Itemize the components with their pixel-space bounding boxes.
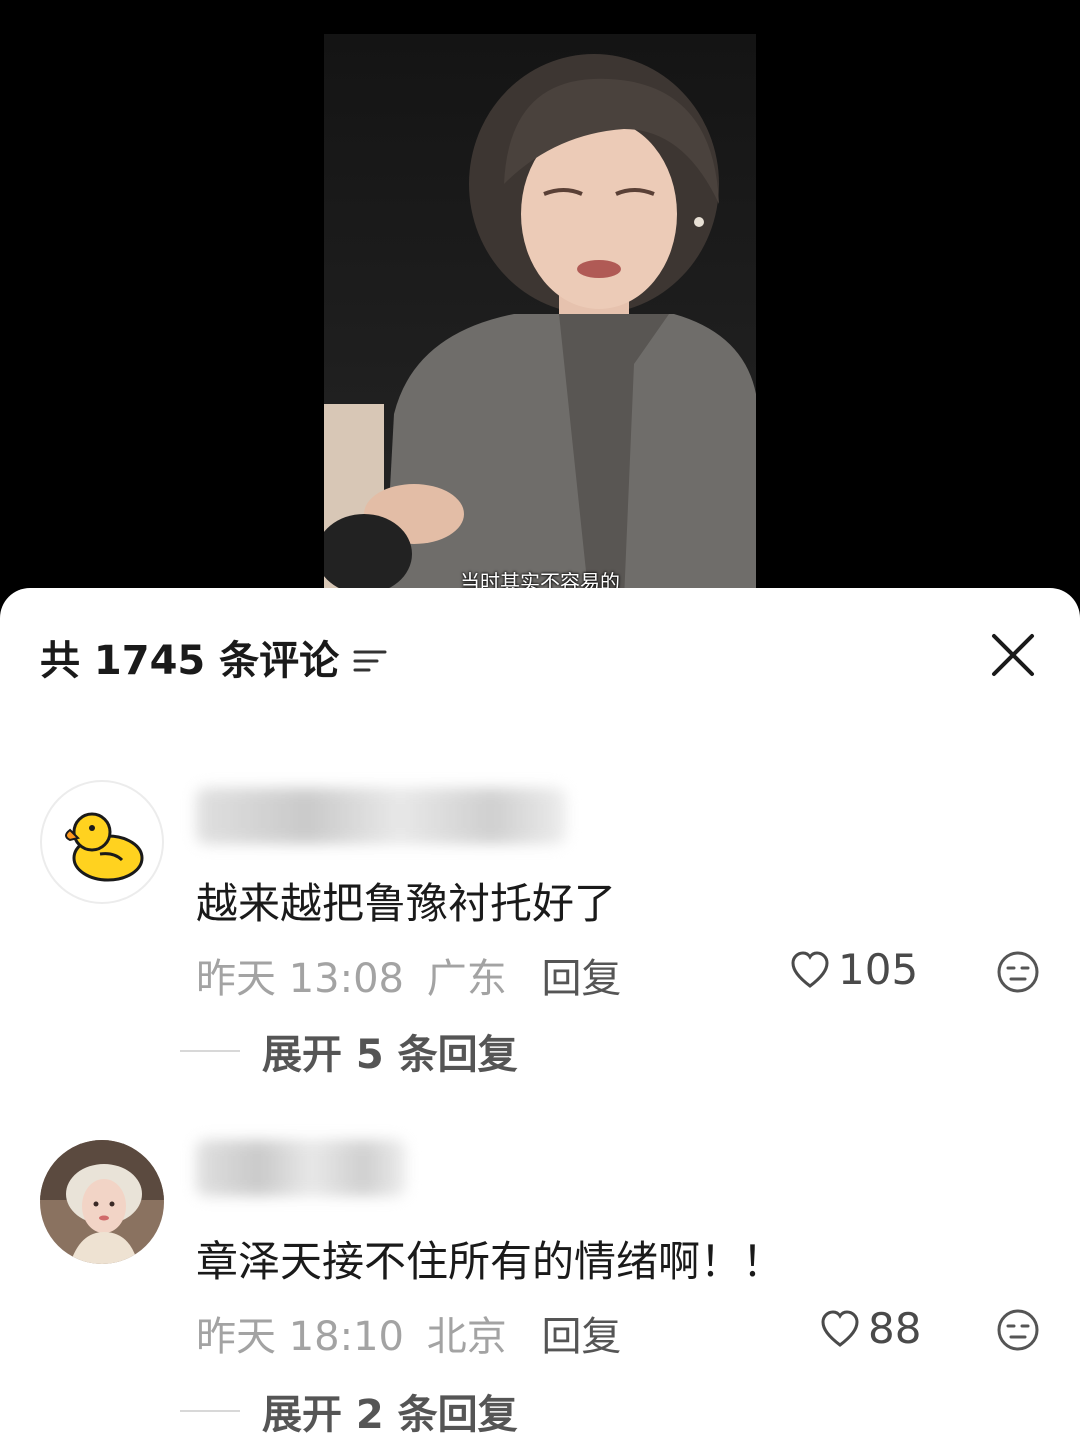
expand-divider xyxy=(180,1410,240,1412)
comment-meta: 昨天 13:08 广东 回复 xyxy=(196,946,621,1004)
comment-text: 越来越把鲁豫衬托好了 xyxy=(196,879,617,928)
comment-location: 北京 xyxy=(426,1314,507,1360)
comment-time: 昨天 13:08 xyxy=(196,956,404,1002)
like-count: 88 xyxy=(868,1304,922,1353)
avatar[interactable] xyxy=(40,780,164,904)
heart-icon xyxy=(791,950,829,988)
comments-sheet: 共 1745 条评论 越来越把鲁豫衬托好了 昨天 13:08 广东 回复 105… xyxy=(0,588,1080,1453)
expand-replies-button[interactable]: 展开 5 条回复 xyxy=(180,1022,518,1080)
video-player[interactable]: 当时其实不容易的 xyxy=(0,0,1080,600)
username-redacted xyxy=(196,788,566,844)
comment-meta: 昨天 18:10 北京 回复 xyxy=(196,1304,621,1362)
video-frame[interactable]: 当时其实不容易的 xyxy=(324,34,756,600)
like-button[interactable]: 105 xyxy=(790,945,918,994)
username-redacted xyxy=(196,1140,406,1196)
comments-header: 共 1745 条评论 xyxy=(40,628,387,686)
video-still-image xyxy=(324,54,756,600)
emoji-react-icon[interactable] xyxy=(996,1308,1040,1352)
duck-icon xyxy=(65,812,144,882)
expand-replies-label: 展开 2 条回复 xyxy=(262,1392,518,1438)
comment-count-title: 共 1745 条评论 xyxy=(40,638,340,684)
expand-divider xyxy=(180,1050,240,1052)
comment-time: 昨天 18:10 xyxy=(196,1314,404,1360)
avatar[interactable] xyxy=(40,1140,164,1264)
expand-replies-label: 展开 5 条回复 xyxy=(262,1032,518,1078)
comment-location: 广东 xyxy=(426,956,507,1002)
heart-icon xyxy=(821,1309,859,1347)
comment-text: 章泽天接不住所有的情绪啊！！ xyxy=(196,1237,785,1286)
expand-replies-button[interactable]: 展开 2 条回复 xyxy=(180,1382,518,1440)
close-icon[interactable] xyxy=(990,632,1036,678)
reply-button[interactable]: 回复 xyxy=(541,1314,621,1360)
woman-photo-icon xyxy=(40,1140,164,1264)
sort-icon[interactable] xyxy=(353,640,387,672)
emoji-react-icon[interactable] xyxy=(996,950,1040,994)
like-button[interactable]: 88 xyxy=(820,1304,921,1353)
like-count: 105 xyxy=(838,945,919,994)
reply-button[interactable]: 回复 xyxy=(541,956,621,1002)
